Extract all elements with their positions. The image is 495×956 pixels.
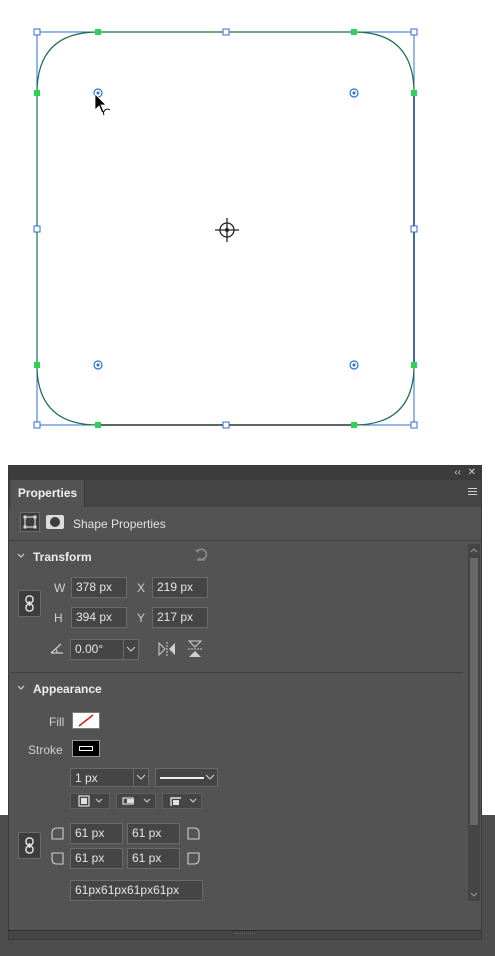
stroke-type-dropdown[interactable] [155,768,218,787]
anchor-point[interactable] [351,422,357,428]
handle-top-right[interactable] [410,28,418,36]
panel-footer [9,930,481,939]
handle-top-middle[interactable] [222,28,230,36]
chevron-down-icon[interactable] [16,683,26,693]
height-label: H [54,611,63,625]
panel-topbar: ‹‹ ✕ [9,466,481,480]
shape-properties-header: Shape Properties [9,507,481,541]
mask-icon[interactable] [45,512,65,532]
stroke-cap-icon [122,797,151,805]
tab-properties[interactable]: Properties [11,480,85,507]
stroke-width-value: 1 px [75,771,98,785]
corner-bottom-left-input[interactable]: 61 px [70,848,123,869]
reset-icon[interactable] [193,546,209,562]
angle-dropdown[interactable]: 0.00° [70,639,139,660]
corner-icon [51,827,64,840]
link-icon [25,837,34,854]
anchor-point[interactable] [95,422,101,428]
shape-canvas[interactable] [0,0,495,456]
handle-bottom-left[interactable] [33,421,41,429]
stroke-cap-dropdown[interactable] [116,793,156,809]
handle-top-left[interactable] [33,28,41,36]
stroke-swatch[interactable] [72,740,100,757]
stroke-label: Stroke [28,743,63,757]
height-input[interactable]: 394 px [71,607,127,628]
corner-icon [187,827,200,840]
chevron-down-icon [126,646,136,652]
anchor-point[interactable] [95,29,101,35]
anchor-point[interactable] [34,362,40,368]
close-icon[interactable]: ✕ [468,467,476,479]
transform-section-title[interactable]: Transform [33,550,92,564]
stroke-align-icon [78,795,103,807]
chevron-down-icon [205,774,215,780]
handle-middle-left[interactable] [33,225,41,233]
x-label: X [137,581,146,595]
corner-icon [51,852,64,865]
scroll-up-icon[interactable] [470,546,478,554]
angle-icon [50,643,63,654]
corner-top-left-input[interactable]: 61 px [70,823,123,844]
y-label: Y [137,611,146,625]
resize-grip-icon[interactable] [235,933,255,937]
link-corners-button[interactable] [18,832,41,859]
fill-label: Fill [49,715,65,729]
link-dimensions-button[interactable] [18,590,41,617]
section-divider [11,672,463,673]
handle-bottom-middle[interactable] [222,421,230,429]
anchor-point[interactable] [351,29,357,35]
width-input[interactable]: 378 px [71,577,127,598]
cursor-icon [94,93,111,116]
panel-menu-icon[interactable] [468,488,477,496]
stroke-align-dropdown[interactable] [70,793,110,809]
y-input[interactable]: 217 px [152,607,208,628]
handle-middle-right[interactable] [410,225,418,233]
scroll-down-icon[interactable] [470,891,478,899]
stroke-width-dropdown[interactable]: 1 px [70,768,149,787]
panel-tab-row: Properties [9,480,481,507]
scroll-thumb[interactable] [470,558,478,825]
flip-vertical-icon[interactable] [186,639,204,659]
anchor-point[interactable] [34,90,40,96]
collapse-icon[interactable]: ‹‹ [454,467,461,479]
anchor-point[interactable] [411,90,417,96]
center-point-icon[interactable] [215,218,239,242]
stroke-corner-icon [170,797,197,806]
fill-swatch[interactable] [72,712,100,729]
corner-bottom-right-input[interactable]: 61 px [127,848,180,869]
corner-icon [187,852,200,865]
x-input[interactable]: 219 px [152,577,208,598]
flip-horizontal-icon[interactable] [157,640,177,658]
appearance-section-title[interactable]: Appearance [33,682,102,696]
corners-combined-input[interactable]: 61px61px61px61px [70,880,203,901]
chevron-down-icon[interactable] [16,551,26,561]
corner-top-right-input[interactable]: 61 px [127,823,180,844]
handle-bottom-right[interactable] [410,421,418,429]
stroke-line-preview [160,777,204,779]
canvas-area[interactable] [0,0,495,456]
properties-panel: ‹‹ ✕ Properties Shape Properties Transfo… [8,465,482,940]
width-label: W [54,581,66,595]
chevron-down-icon [136,774,146,780]
angle-value: 0.00° [75,642,104,656]
shape-icon[interactable] [20,512,40,532]
panel-scrollbar[interactable] [468,544,480,901]
link-icon [25,595,34,612]
stroke-corner-dropdown[interactable] [162,793,202,809]
anchor-point[interactable] [411,362,417,368]
shape-properties-label: Shape Properties [73,517,166,531]
